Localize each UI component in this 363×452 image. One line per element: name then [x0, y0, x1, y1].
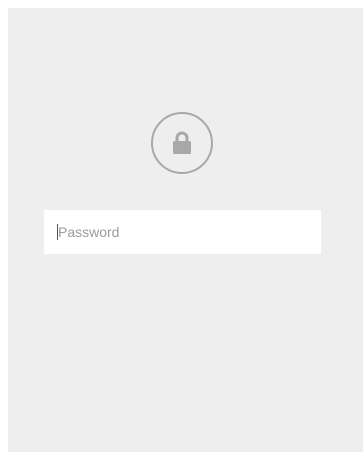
text-cursor — [57, 224, 58, 240]
lock-icon — [173, 131, 191, 154]
password-input[interactable] — [44, 210, 321, 254]
password-field[interactable] — [44, 210, 321, 254]
lock-badge — [151, 112, 213, 174]
lock-screen-panel — [8, 8, 363, 452]
